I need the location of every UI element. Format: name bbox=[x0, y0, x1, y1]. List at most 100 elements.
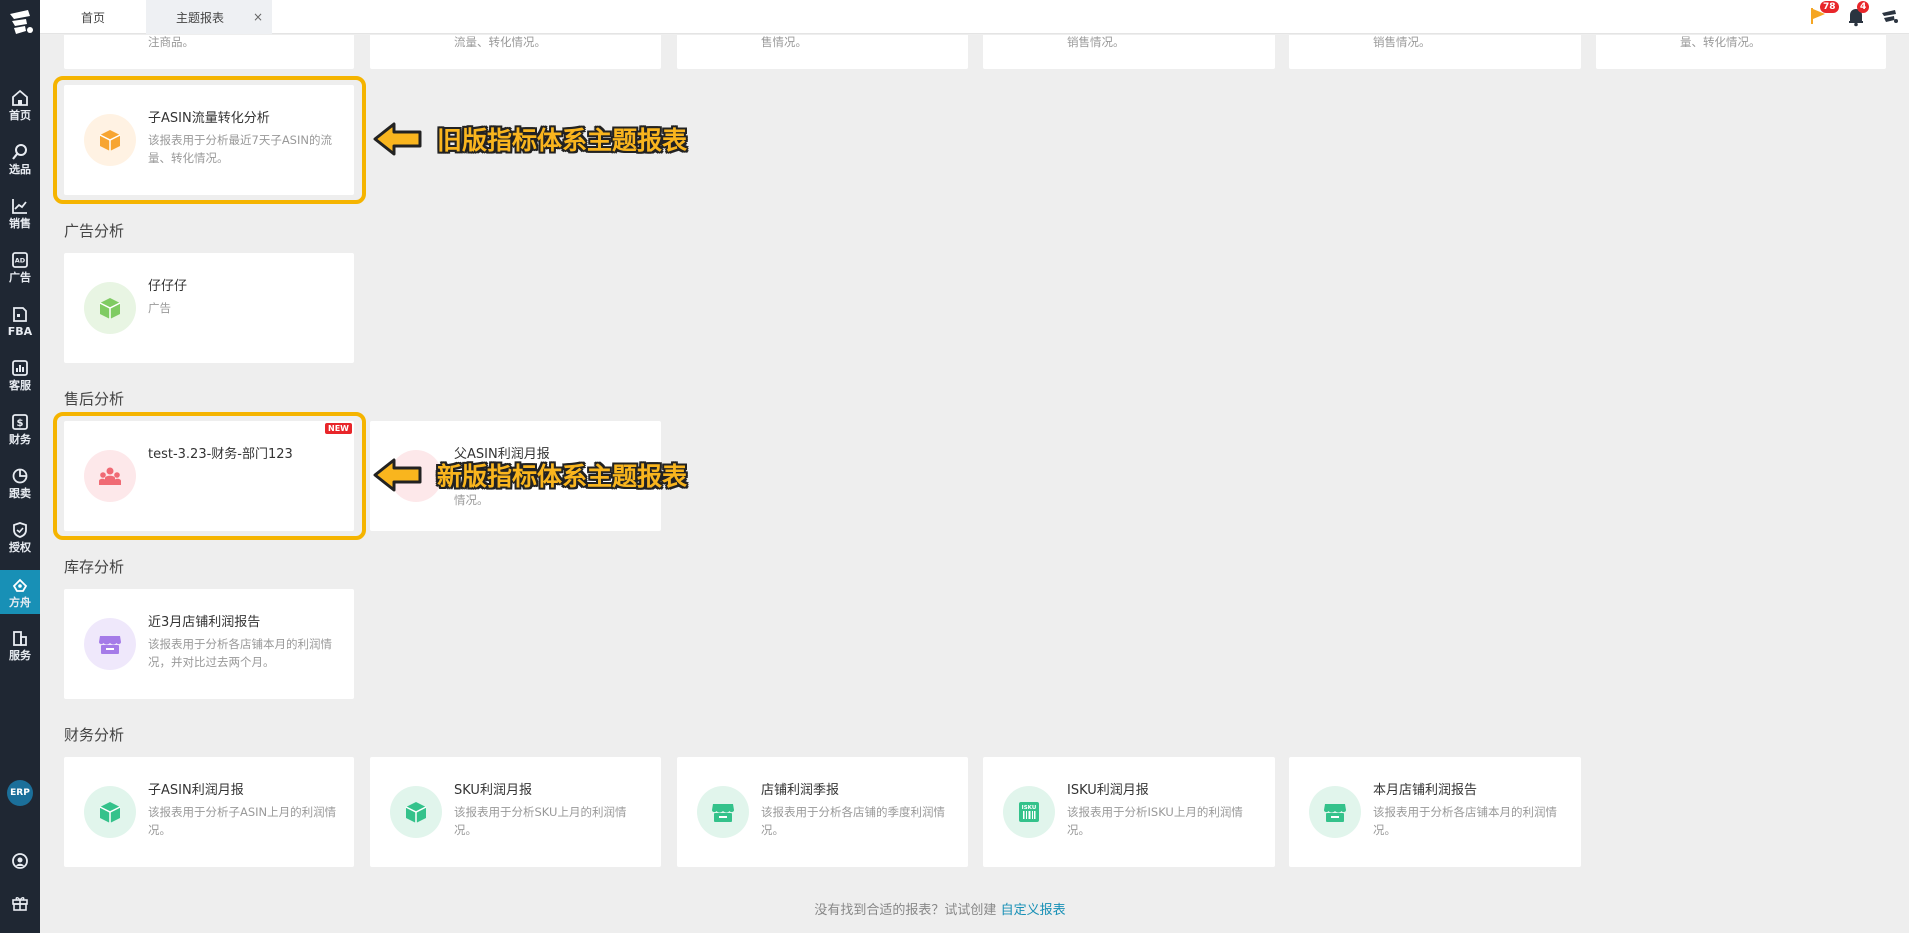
section-title-inventory: 库存分析 bbox=[64, 558, 125, 576]
building-icon bbox=[13, 630, 27, 646]
card-desc: 该报表用于分析各店铺本月的利润情况。 bbox=[1373, 805, 1557, 837]
sidebar-item-label: 方舟 bbox=[9, 595, 31, 609]
report-card-partial-3[interactable]: 售情况。 bbox=[677, 35, 968, 69]
finance-icon: $ bbox=[12, 413, 28, 430]
card-icon-bg bbox=[84, 450, 136, 502]
sidebar-item-label: 广告 bbox=[9, 270, 31, 284]
card-desc: 该报表用于分析子ASIN上月的利润情况。 bbox=[148, 805, 337, 837]
report-card-partial-6[interactable]: 量、转化情况。 bbox=[1596, 35, 1886, 69]
sidebar-item-services[interactable]: 服务 bbox=[0, 620, 40, 670]
card-desc: 售情况。 bbox=[761, 35, 807, 49]
report-card-store-quarterly-profit[interactable]: 店铺利润季报 该报表用于分析各店铺的季度利润情况。 bbox=[677, 757, 968, 867]
footer-text: 没有找到合适的报表？试试创建 bbox=[814, 903, 997, 918]
card-desc: 该报表用于分析ISKU上月的利润情况。 bbox=[1067, 805, 1243, 837]
report-card-ads[interactable]: 仔仔仔 广告 bbox=[64, 253, 354, 363]
team-icon bbox=[99, 467, 121, 485]
sidebar: 首页 选品 销售 AD 广告 FBA 客服 $ 财务 跟卖 授权 方舟 服务 E… bbox=[0, 0, 40, 933]
sidebar-item-label: 授权 bbox=[9, 540, 31, 554]
report-card-sku-profit[interactable]: SKU利润月报 该报表用于分析SKU上月的利润情况。 bbox=[370, 757, 661, 867]
arrow-left-icon bbox=[373, 122, 422, 156]
sidebar-item-ads[interactable]: AD 广告 bbox=[0, 242, 40, 292]
card-title: SKU利润月报 bbox=[454, 783, 532, 798]
card-icon-bg bbox=[84, 114, 136, 166]
sidebar-item-label: 销售 bbox=[9, 216, 31, 230]
sidebar-item-service[interactable]: 客服 bbox=[0, 350, 40, 400]
close-icon[interactable]: × bbox=[252, 11, 264, 23]
sidebar-item-label: FBA bbox=[7, 324, 33, 338]
cube-icon bbox=[405, 802, 427, 823]
report-card-partial-1[interactable]: 注商品。 bbox=[64, 35, 354, 69]
card-icon-bg bbox=[390, 786, 442, 838]
report-card-test-finance[interactable]: NEW test-3.23-财务-部门123 bbox=[64, 421, 354, 531]
card-desc: 销售情况。 bbox=[1067, 35, 1125, 49]
card-desc: 该报表用于分析各店铺本月的利润情况，并对比过去两个月。 bbox=[148, 637, 332, 669]
avatar-icon bbox=[1882, 10, 1898, 23]
card-desc: 量、转化情况。 bbox=[1680, 35, 1761, 49]
card-desc: 广告 bbox=[148, 301, 171, 315]
report-card-partial-5[interactable]: 销售情况。 bbox=[1289, 35, 1581, 69]
tab-home[interactable]: 首页 bbox=[40, 0, 146, 34]
card-desc: 流量、转化情况。 bbox=[454, 35, 546, 49]
custom-report-link[interactable]: 自定义报表 bbox=[1001, 903, 1066, 918]
notification-badge: 4 bbox=[1857, 1, 1870, 13]
sidebar-item-ark[interactable]: 方舟 bbox=[0, 570, 40, 614]
card-title: 店铺利润季报 bbox=[761, 783, 840, 798]
sidebar-item-label: 客服 bbox=[9, 378, 31, 392]
flag-button[interactable]: 78 bbox=[1808, 1, 1839, 27]
card-desc: 该报表用于分析SKU上月的利润情况。 bbox=[454, 805, 627, 837]
card-desc: 销售情况。 bbox=[1373, 35, 1431, 49]
shield-icon bbox=[13, 521, 27, 538]
notification-button[interactable]: 4 bbox=[1845, 1, 1870, 27]
sidebar-item-label: 选品 bbox=[9, 162, 31, 176]
report-card-3month-store-profit[interactable]: 近3月店铺利润报告 该报表用于分析各店铺本月的利润情况，并对比过去两个月。 bbox=[64, 589, 354, 699]
card-icon-bg bbox=[697, 786, 749, 838]
gift-icon[interactable] bbox=[11, 894, 29, 912]
headset-icon[interactable] bbox=[11, 852, 29, 870]
card-desc: 情况。 bbox=[454, 493, 489, 507]
card-title: 子ASIN流量转化分析 bbox=[148, 111, 270, 126]
section-title-finance: 财务分析 bbox=[64, 726, 125, 744]
card-title: 本月店铺利润报告 bbox=[1373, 783, 1478, 798]
user-avatar[interactable] bbox=[1878, 5, 1900, 27]
card-icon-bg bbox=[84, 618, 136, 670]
footer-hint: 没有找到合适的报表？试试创建 自定义报表 bbox=[40, 899, 1840, 918]
card-icon-bg bbox=[1309, 786, 1361, 838]
search-icon bbox=[12, 143, 27, 160]
sidebar-item-sales[interactable]: 销售 bbox=[0, 188, 40, 238]
card-title: ISKU利润月报 bbox=[1067, 783, 1149, 798]
card-icon-bg bbox=[84, 786, 136, 838]
sidebar-item-home[interactable]: 首页 bbox=[0, 80, 40, 130]
sidebar-item-selection[interactable]: 选品 bbox=[0, 134, 40, 184]
report-card-partial-4[interactable]: 销售情况。 bbox=[983, 35, 1275, 69]
arrow-left-icon bbox=[373, 458, 422, 492]
ad-icon: AD bbox=[12, 251, 28, 268]
old-version-annotation: 旧版指标体系主题报表 bbox=[437, 126, 688, 155]
report-content: 注商品。 流量、转化情况。 售情况。 销售情况。 销售情况。 量、转化情况。 子… bbox=[40, 35, 1909, 933]
sidebar-item-label: 服务 bbox=[9, 648, 31, 662]
sidebar-item-label: 财务 bbox=[9, 432, 31, 446]
cube-icon bbox=[99, 802, 121, 823]
sidebar-item-follow[interactable]: 跟卖 bbox=[0, 458, 40, 508]
sidebar-item-auth[interactable]: 授权 bbox=[0, 512, 40, 562]
report-card-isku-profit[interactable]: ISKU ISKU利润月报 该报表用于分析ISKU上月的利润情况。 bbox=[983, 757, 1275, 867]
erp-badge[interactable]: ERP bbox=[7, 780, 33, 806]
report-card-sub-asin-traffic[interactable]: 子ASIN流量转化分析 该报表用于分析最近7天子ASIN的流量、转化情况。 bbox=[64, 85, 354, 195]
tab-theme-reports[interactable]: 主题报表 × bbox=[146, 0, 272, 34]
pie-icon bbox=[12, 468, 28, 483]
app-logo[interactable] bbox=[6, 8, 34, 38]
report-card-partial-2[interactable]: 流量、转化情况。 bbox=[370, 35, 661, 69]
sidebar-item-label: 首页 bbox=[9, 108, 31, 122]
sidebar-item-finance[interactable]: $ 财务 bbox=[0, 404, 40, 454]
card-title: 仔仔仔 bbox=[148, 279, 188, 294]
sidebar-item-fba[interactable]: FBA bbox=[0, 296, 40, 346]
flag-badge: 78 bbox=[1820, 1, 1839, 13]
sidebar-item-label: 跟卖 bbox=[9, 486, 31, 500]
card-title: 子ASIN利润月报 bbox=[148, 783, 244, 798]
section-title-aftersales: 售后分析 bbox=[64, 390, 125, 408]
ark-icon bbox=[12, 578, 28, 592]
report-card-sub-asin-profit[interactable]: 子ASIN利润月报 该报表用于分析子ASIN上月的利润情况。 bbox=[64, 757, 354, 867]
card-title: 近3月店铺利润报告 bbox=[148, 615, 261, 630]
sales-chart-icon bbox=[12, 198, 27, 214]
card-icon-bg bbox=[84, 282, 136, 334]
report-card-store-monthly-profit[interactable]: 本月店铺利润报告 该报表用于分析各店铺本月的利润情况。 bbox=[1289, 757, 1581, 867]
